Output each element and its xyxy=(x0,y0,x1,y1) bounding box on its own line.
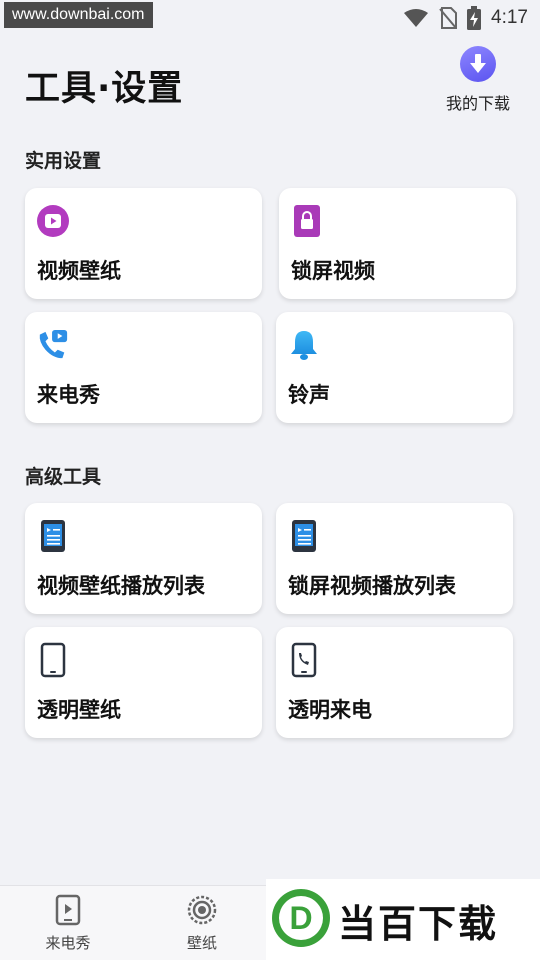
nav-item-wallpaper[interactable]: 壁纸 xyxy=(162,894,242,953)
card-ringtone[interactable]: 铃声 xyxy=(276,312,513,423)
card-label: 锁屏视频 xyxy=(291,259,375,283)
card-label: 来电秀 xyxy=(37,383,100,407)
my-downloads-label: 我的下载 xyxy=(445,94,510,113)
card-label: 透明壁纸 xyxy=(37,698,121,722)
card-label: 铃声 xyxy=(288,383,330,407)
card-label: 锁屏视频播放列表 xyxy=(288,574,456,598)
logo-letter: D xyxy=(289,900,312,936)
card-lock-screen-video[interactable]: 锁屏视频 xyxy=(279,188,516,299)
site-logo-overlay: D 当百下载 xyxy=(266,879,540,960)
download-icon xyxy=(460,46,496,82)
wifi-icon xyxy=(404,9,429,27)
card-label: 视频壁纸播放列表 xyxy=(37,574,205,598)
my-downloads-button[interactable]: 我的下载 xyxy=(438,46,518,116)
card-video-wallpaper-playlist[interactable]: 视频壁纸播放列表 xyxy=(25,503,262,614)
card-caller-show[interactable]: 来电秀 xyxy=(25,312,262,423)
no-sim-icon xyxy=(439,7,458,29)
lock-screen-icon xyxy=(291,204,323,238)
nav-label: 来电秀 xyxy=(45,934,91,952)
section-title-advanced: 高级工具 xyxy=(25,466,102,488)
phone-video-icon xyxy=(37,328,69,362)
status-time: 4:17 xyxy=(491,7,528,28)
status-icons: 4:17 xyxy=(403,6,528,30)
logo-text: 当百下载 xyxy=(338,902,499,946)
nav-item-caller-show[interactable]: 来电秀 xyxy=(28,894,108,953)
card-label: 透明来电 xyxy=(288,698,372,722)
nav-label: 壁纸 xyxy=(186,934,217,952)
phone-outline-icon xyxy=(37,642,69,678)
phone-call-outline-icon xyxy=(288,642,320,678)
wallpaper-target-icon xyxy=(187,895,217,925)
card-lock-screen-playlist[interactable]: 锁屏视频播放列表 xyxy=(276,503,513,614)
card-label: 视频壁纸 xyxy=(37,259,121,283)
tools-settings-page: www.downbai.com 4:17 工具·设置 我的下载 实用设置 视频壁… xyxy=(0,0,540,960)
logo-badge-icon: D xyxy=(272,889,330,947)
bell-icon xyxy=(288,328,320,362)
video-wallpaper-icon xyxy=(37,204,69,238)
section-title-practical: 实用设置 xyxy=(25,150,102,172)
site-watermark: www.downbai.com xyxy=(4,2,153,28)
tablet-playlist-icon xyxy=(37,519,69,553)
card-transparent-call[interactable]: 透明来电 xyxy=(276,627,513,738)
tablet-playlist-icon xyxy=(288,519,320,553)
status-bar: www.downbai.com 4:17 xyxy=(0,0,540,36)
card-transparent-wallpaper[interactable]: 透明壁纸 xyxy=(25,627,262,738)
video-play-icon xyxy=(55,894,81,926)
page-title: 工具·设置 xyxy=(25,69,184,109)
card-video-wallpaper[interactable]: 视频壁纸 xyxy=(25,188,262,299)
battery-charging-icon xyxy=(467,6,482,30)
